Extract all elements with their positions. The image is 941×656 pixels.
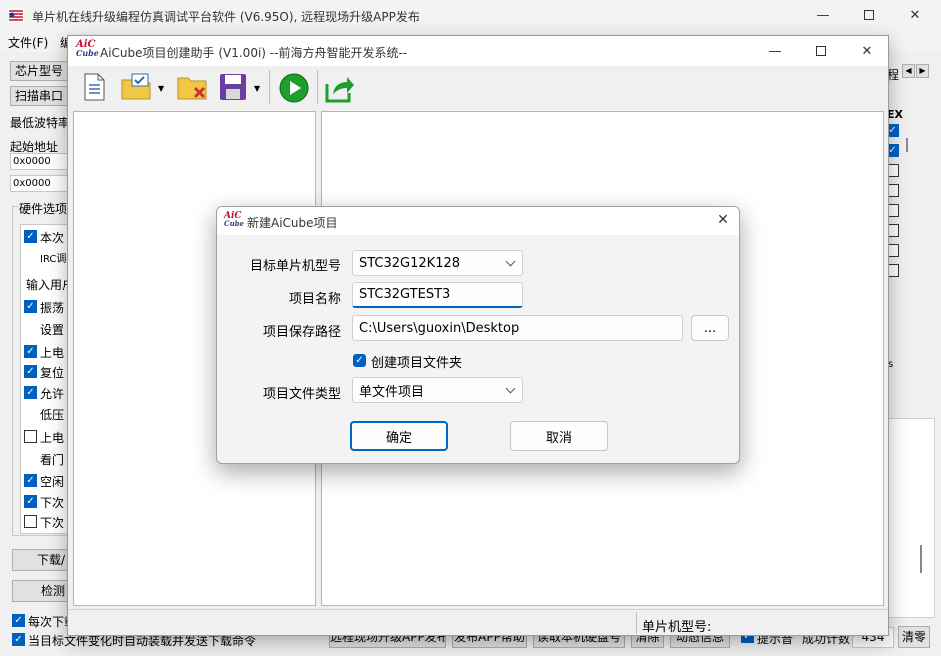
chip-type-button[interactable]: 芯片型号 bbox=[10, 61, 68, 81]
aicube-window-title: AiCube项目创建助手 (V1.00i) --前海方舟智能开发系统-- bbox=[100, 46, 408, 60]
stc-app-icon bbox=[8, 8, 24, 22]
chevron-down-icon bbox=[505, 383, 516, 394]
save-path-input[interactable]: C:\Users\guoxin\Desktop bbox=[352, 315, 683, 341]
status-mcu-label: 单片机型号: bbox=[642, 620, 712, 635]
auto-load-checkbox[interactable]: ✓ bbox=[12, 633, 25, 646]
hardware-option-label: 设置 bbox=[40, 323, 65, 337]
log-scrollbar-thumb[interactable] bbox=[920, 545, 922, 573]
scan-port-button[interactable]: 扫描串口 bbox=[10, 86, 68, 106]
hardware-option-label: 上电 bbox=[40, 431, 65, 445]
project-name-input[interactable]: STC32GTEST3 bbox=[352, 282, 523, 308]
aicube-logo-bottom: Cube bbox=[76, 48, 99, 58]
export-share-icon[interactable] bbox=[324, 72, 356, 104]
hardware-option-checkbox[interactable]: ✓ bbox=[24, 230, 37, 243]
dialog-logo-icon: AiC Cube bbox=[224, 212, 245, 230]
aicube-logo-icon: AiC Cube bbox=[76, 40, 99, 62]
end-address-input[interactable]: 0x0000 bbox=[10, 175, 68, 192]
create-folder-checkbox[interactable]: ✓ bbox=[353, 354, 366, 367]
min-baud-label: 最低波特率 bbox=[10, 116, 68, 130]
hardware-option-checkbox[interactable] bbox=[24, 515, 37, 528]
new-file-icon[interactable] bbox=[80, 72, 108, 102]
tab-scroll-left-button[interactable]: ◀ bbox=[902, 64, 915, 78]
menu-file[interactable]: 文件(F) bbox=[8, 34, 48, 51]
file-type-label: 项目文件类型 bbox=[262, 387, 341, 402]
hardware-option-label: 低压 bbox=[40, 408, 65, 422]
create-folder-label: 创建项目文件夹 bbox=[371, 356, 463, 371]
cancel-button[interactable]: 取消 bbox=[510, 421, 608, 451]
close-project-icon[interactable] bbox=[176, 72, 210, 102]
mcu-type-label: 目标单片机型号 bbox=[249, 259, 341, 274]
reset-count-button[interactable]: 清零 bbox=[898, 626, 930, 648]
hardware-option-checkbox[interactable]: ✓ bbox=[24, 345, 37, 358]
hardware-option-label: 上电 bbox=[40, 346, 65, 360]
right-scrollbar-thumb[interactable] bbox=[906, 138, 908, 152]
aicube-minimize-button[interactable]: — bbox=[752, 36, 798, 66]
chevron-down-icon bbox=[505, 256, 516, 267]
open-dropdown-arrow-icon[interactable]: ▼ bbox=[158, 84, 164, 93]
hardware-option-checkbox[interactable]: ✓ bbox=[24, 474, 37, 487]
tab-scroll-right-button[interactable]: ▶ bbox=[916, 64, 929, 78]
save-project-icon[interactable] bbox=[218, 72, 248, 102]
hardware-option-checkbox[interactable]: ✓ bbox=[24, 365, 37, 378]
toolbar-separator-1 bbox=[269, 70, 270, 104]
file-type-value: 单文件项目 bbox=[359, 384, 425, 400]
toolbar-separator-2 bbox=[317, 70, 318, 104]
hex-label-fragment: EX bbox=[887, 108, 903, 121]
statusbar-divider bbox=[636, 612, 637, 634]
main-maximize-button[interactable] bbox=[846, 0, 892, 30]
new-project-dialog: AiC Cube 新建AiCube项目 ✕ 目标单片机型号 STC32G12K1… bbox=[216, 206, 740, 464]
project-name-value: STC32GTEST3 bbox=[359, 287, 451, 302]
hardware-option-label: 下次 bbox=[40, 496, 65, 510]
hardware-option-checkbox[interactable]: ✓ bbox=[24, 386, 37, 399]
hardware-option-label: 振荡 bbox=[40, 301, 65, 315]
mcu-type-value: STC32G12K128 bbox=[359, 255, 461, 271]
hardware-option-label: IRC调 bbox=[40, 254, 67, 265]
open-project-icon[interactable] bbox=[120, 72, 154, 102]
save-path-value: C:\Users\guoxin\Desktop bbox=[359, 320, 520, 336]
hardware-option-label: 允许 bbox=[40, 387, 65, 401]
download-button[interactable]: 下载/ bbox=[12, 549, 68, 571]
browse-button[interactable]: ... bbox=[691, 315, 729, 341]
file-type-select[interactable]: 单文件项目 bbox=[352, 377, 523, 403]
aicube-maximize-button[interactable] bbox=[798, 36, 844, 66]
dialog-title: 新建AiCube项目 bbox=[247, 216, 338, 230]
dialog-logo-bottom: Cube bbox=[224, 219, 245, 228]
run-play-icon[interactable] bbox=[278, 72, 310, 104]
dialog-close-icon[interactable]: ✕ bbox=[713, 212, 733, 230]
hardware-option-checkbox[interactable] bbox=[24, 430, 37, 443]
mcu-type-select[interactable]: STC32G12K128 bbox=[352, 250, 523, 276]
aicube-statusbar: 单片机型号: bbox=[68, 609, 888, 635]
hardware-option-label: 本次 bbox=[40, 231, 65, 245]
aicube-close-button[interactable]: ✕ bbox=[844, 36, 890, 66]
every-download-checkbox[interactable]: ✓ bbox=[12, 614, 25, 627]
hardware-option-label: 下次 bbox=[40, 516, 65, 530]
main-titlebar: 单片机在线升级编程仿真调试平台软件 (V6.95O), 远程现场升级APP发布 … bbox=[0, 0, 941, 30]
project-name-label: 项目名称 bbox=[288, 292, 341, 307]
ok-button[interactable]: 确定 bbox=[350, 421, 448, 451]
start-address-input[interactable]: 0x0000 bbox=[10, 153, 68, 170]
hardware-option-label: 空闲 bbox=[40, 475, 65, 489]
dialog-titlebar: AiC Cube 新建AiCube项目 ✕ bbox=[217, 207, 739, 235]
hardware-option-label: 看门 bbox=[40, 453, 65, 467]
hardware-option-checkbox[interactable]: ✓ bbox=[24, 300, 37, 313]
main-window-title: 单片机在线升级编程仿真调试平台软件 (V6.95O), 远程现场升级APP发布 bbox=[32, 10, 420, 24]
aicube-titlebar: AiC Cube AiCube项目创建助手 (V1.00i) --前海方舟智能开… bbox=[68, 36, 888, 66]
output-log-panel bbox=[887, 418, 935, 618]
hardware-options-label: 硬件选项 bbox=[18, 200, 68, 217]
main-minimize-button[interactable]: — bbox=[800, 0, 846, 30]
aicube-toolbar: ▼ ▼ bbox=[68, 66, 888, 110]
hardware-option-checkbox[interactable]: ✓ bbox=[24, 495, 37, 508]
main-close-button[interactable]: ✕ bbox=[892, 0, 938, 30]
every-download-label: 每次下载 bbox=[28, 615, 68, 629]
hardware-option-label: 复位 bbox=[40, 366, 65, 380]
detect-button[interactable]: 检测 bbox=[12, 580, 68, 602]
save-dropdown-arrow-icon[interactable]: ▼ bbox=[254, 84, 260, 93]
hardware-option-label: 输入用户 bbox=[26, 278, 68, 292]
save-path-label: 项目保存路径 bbox=[262, 325, 341, 340]
